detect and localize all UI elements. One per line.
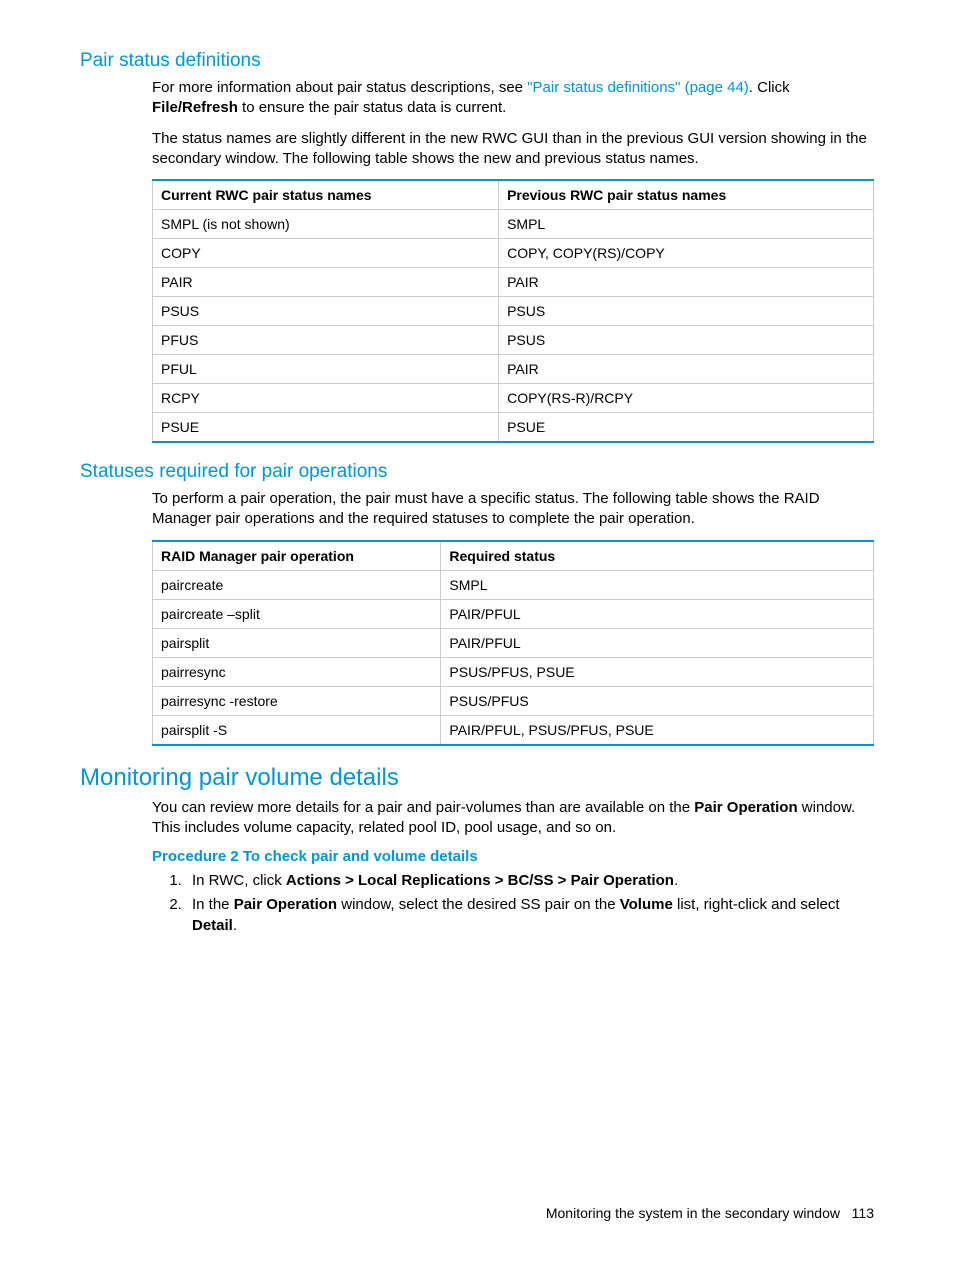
table-cell: PAIR xyxy=(499,355,874,384)
table-header: RAID Manager pair operation xyxy=(153,541,441,571)
table-cell: COPY(RS-R)/RCPY xyxy=(499,384,874,413)
table-row: pairresyncPSUS/PFUS, PSUE xyxy=(153,657,874,686)
procedure-heading: Procedure 2 To check pair and volume det… xyxy=(80,848,874,865)
list-item: In the Pair Operation window, select the… xyxy=(186,895,874,936)
page-footer: Monitoring the system in the secondary w… xyxy=(546,1205,874,1221)
table-cell: pairsplit -S xyxy=(153,715,441,745)
table-cell: PFUL xyxy=(153,355,499,384)
table-cell: PAIR/PFUL xyxy=(441,628,874,657)
table-cell: PSUS xyxy=(499,326,874,355)
heading-statuses-required: Statuses required for pair operations xyxy=(80,461,874,483)
table-cell: SMPL (is not shown) xyxy=(153,210,499,239)
table-cell: PAIR xyxy=(499,268,874,297)
table-cell: pairsplit xyxy=(153,628,441,657)
footer-text: Monitoring the system in the secondary w… xyxy=(546,1205,840,1221)
table-cell: PAIR/PFUL, PSUS/PFUS, PSUE xyxy=(441,715,874,745)
table-cell: PAIR xyxy=(153,268,499,297)
page-number: 113 xyxy=(852,1205,874,1221)
paragraph: You can review more details for a pair a… xyxy=(80,798,874,839)
table-cell: PSUS xyxy=(153,297,499,326)
text-bold: Detail xyxy=(192,917,233,934)
heading-monitoring-pair-volume: Monitoring pair volume details xyxy=(80,764,874,792)
table-cell: paircreate –split xyxy=(153,599,441,628)
table-row: COPYCOPY, COPY(RS)/COPY xyxy=(153,239,874,268)
table-header: Current RWC pair status names xyxy=(153,180,499,210)
text: window, select the desired SS pair on th… xyxy=(337,896,620,913)
text-bold: Pair Operation xyxy=(234,896,337,913)
table-cell: PSUE xyxy=(153,413,499,443)
heading-pair-status-definitions: Pair status definitions xyxy=(80,50,874,72)
text: You can review more details for a pair a… xyxy=(152,799,694,816)
table-cell: PSUE xyxy=(499,413,874,443)
text: to ensure the pair status data is curren… xyxy=(238,99,506,116)
table-row: PAIRPAIR xyxy=(153,268,874,297)
table-cell: COPY, COPY(RS)/COPY xyxy=(499,239,874,268)
paragraph: To perform a pair operation, the pair mu… xyxy=(80,489,874,530)
table-row: PSUEPSUE xyxy=(153,413,874,443)
table-cell: PSUS xyxy=(499,297,874,326)
text-bold: Volume xyxy=(620,896,673,913)
text: For more information about pair status d… xyxy=(152,79,527,96)
table-cell: PSUS/PFUS xyxy=(441,686,874,715)
text-bold: File/Refresh xyxy=(152,99,238,116)
table-row: pairsplitPAIR/PFUL xyxy=(153,628,874,657)
text: list, right-click and select xyxy=(673,896,840,913)
text-bold: Pair Operation xyxy=(694,799,797,816)
link-pair-status-definitions[interactable]: "Pair status definitions" (page 44) xyxy=(527,79,749,96)
table-cell: pairresync -restore xyxy=(153,686,441,715)
table-cell: SMPL xyxy=(499,210,874,239)
text: In the xyxy=(192,896,234,913)
text: . Click xyxy=(749,79,790,96)
table-row: SMPL (is not shown)SMPL xyxy=(153,210,874,239)
table-cell: COPY xyxy=(153,239,499,268)
table-header: Required status xyxy=(441,541,874,571)
table-cell: SMPL xyxy=(441,570,874,599)
table-cell: PFUS xyxy=(153,326,499,355)
procedure-steps: In RWC, click Actions > Local Replicatio… xyxy=(80,871,874,936)
text: . xyxy=(233,917,237,934)
paragraph: For more information about pair status d… xyxy=(80,78,874,119)
table-cell: PAIR/PFUL xyxy=(441,599,874,628)
table-cell: PSUS/PFUS, PSUE xyxy=(441,657,874,686)
table-cell: pairresync xyxy=(153,657,441,686)
table-row: paircreateSMPL xyxy=(153,570,874,599)
table-cell: paircreate xyxy=(153,570,441,599)
text: . xyxy=(674,872,678,889)
table-status-names: Current RWC pair status names Previous R… xyxy=(152,179,874,443)
table-row: PFULPAIR xyxy=(153,355,874,384)
table-row: paircreate –splitPAIR/PFUL xyxy=(153,599,874,628)
table-row: pairsplit -SPAIR/PFUL, PSUS/PFUS, PSUE xyxy=(153,715,874,745)
list-item: In RWC, click Actions > Local Replicatio… xyxy=(186,871,874,891)
table-row: RCPYCOPY(RS-R)/RCPY xyxy=(153,384,874,413)
text: In RWC, click xyxy=(192,872,286,889)
text-bold: Actions > Local Replications > BC/SS > P… xyxy=(286,872,674,889)
table-row: PFUSPSUS xyxy=(153,326,874,355)
table-cell: RCPY xyxy=(153,384,499,413)
table-required-status: RAID Manager pair operation Required sta… xyxy=(152,540,874,746)
paragraph: The status names are slightly different … xyxy=(80,129,874,170)
table-row: PSUSPSUS xyxy=(153,297,874,326)
table-header: Previous RWC pair status names xyxy=(499,180,874,210)
table-row: pairresync -restorePSUS/PFUS xyxy=(153,686,874,715)
